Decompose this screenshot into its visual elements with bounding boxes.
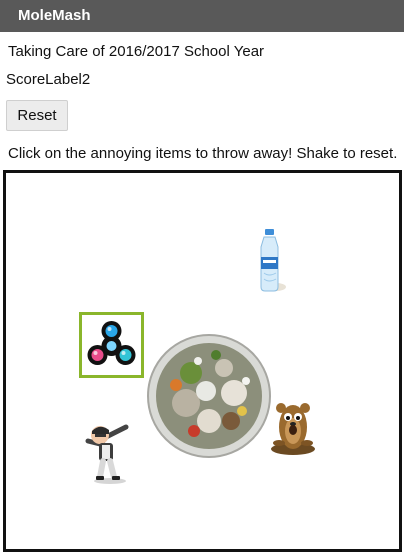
mole-icon xyxy=(271,403,315,455)
dabbing-character-sprite[interactable] xyxy=(82,421,134,485)
fidget-spinner-icon xyxy=(87,321,136,365)
game-canvas[interactable] xyxy=(3,170,402,552)
water-bottle-sprite[interactable] xyxy=(252,229,288,295)
app-title: MoleMash xyxy=(18,7,91,24)
fidget-spinner-sprite[interactable] xyxy=(79,312,144,378)
app-titlebar: MoleMash xyxy=(0,0,404,32)
water-bottle-icon xyxy=(260,229,286,292)
header-label: Taking Care of 2016/2017 School Year xyxy=(8,43,265,60)
instructions-label: Click on the annoying items to throw awa… xyxy=(8,145,398,162)
trash-bowl-sprite[interactable] xyxy=(146,333,272,459)
reset-button[interactable]: Reset xyxy=(6,100,68,131)
score-label: ScoreLabel2 xyxy=(6,71,91,88)
dabbing-character-icon xyxy=(85,424,129,484)
mole-sprite[interactable] xyxy=(270,397,316,455)
trash-bowl-icon xyxy=(147,334,271,458)
